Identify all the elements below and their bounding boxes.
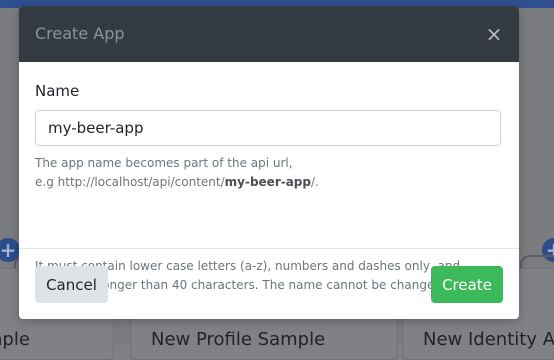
name-label: Name bbox=[35, 82, 80, 100]
url-hint-app-name: my-beer-app bbox=[224, 175, 311, 189]
dialog-footer: Cancel Create bbox=[19, 248, 519, 319]
close-icon[interactable]: × bbox=[485, 24, 503, 44]
url-hint-line1: The app name becomes part of the api url… bbox=[35, 156, 293, 170]
background-card-title: New Profile Sample bbox=[151, 329, 326, 350]
dialog-body: Name The app name becomes part of the ap… bbox=[19, 62, 519, 292]
url-hint-prefix: e.g http://localhost/api/content/ bbox=[35, 175, 225, 189]
background-card-title: nple bbox=[0, 329, 30, 350]
create-button[interactable]: Create bbox=[431, 266, 503, 303]
app-name-input[interactable] bbox=[35, 110, 501, 146]
background-card-title: New Identity A bbox=[423, 329, 554, 350]
url-hint: The app name becomes part of the api url… bbox=[35, 154, 505, 192]
dialog-header: Create App × bbox=[19, 6, 519, 62]
url-hint-suffix: /. bbox=[311, 175, 319, 189]
dialog-title: Create App bbox=[35, 24, 125, 43]
cancel-button[interactable]: Cancel bbox=[35, 266, 108, 303]
create-app-dialog: Create App × Name The app name becomes p… bbox=[19, 6, 519, 319]
